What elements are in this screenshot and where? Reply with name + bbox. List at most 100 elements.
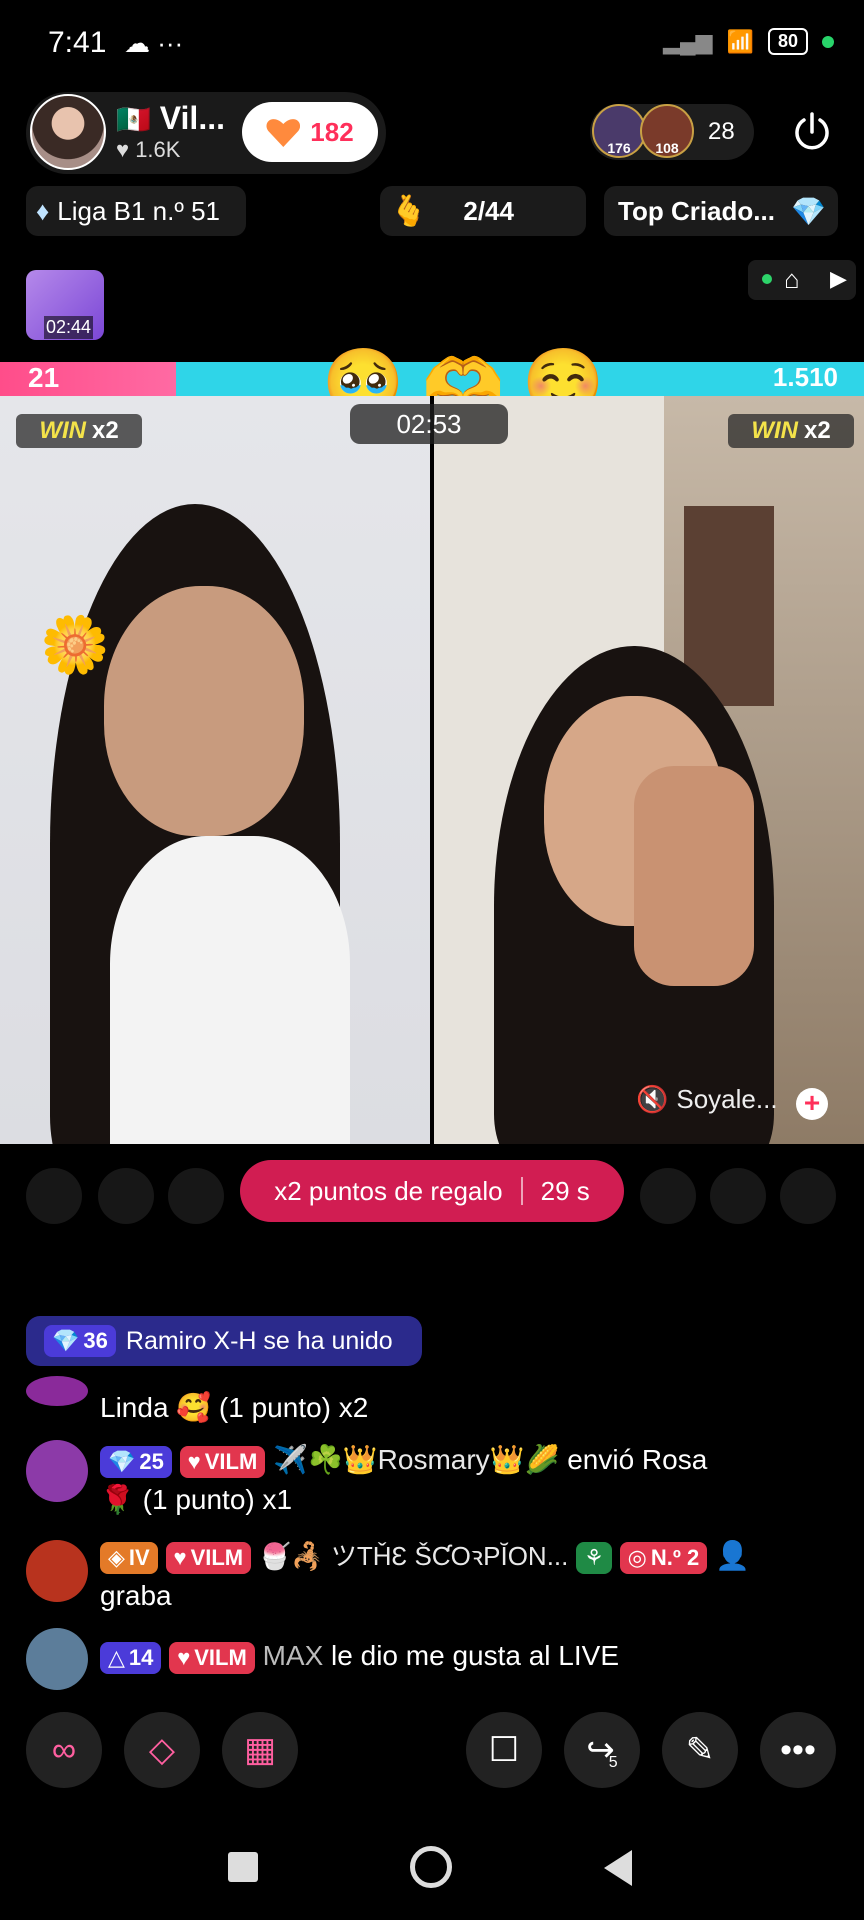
- win-label-left: WIN: [39, 417, 86, 444]
- chat-name-2[interactable]: ✈️☘️👑Rosmary👑🌽: [273, 1444, 559, 1475]
- chat-avatar-1[interactable]: [26, 1376, 88, 1406]
- laurel-badge: ⚘: [576, 1541, 612, 1574]
- score-left: 21: [28, 362, 60, 393]
- league-pill[interactable]: ♦ Liga B1 n.º 51: [26, 186, 246, 236]
- supporter-avatar-3[interactable]: [168, 1168, 224, 1224]
- viewer-count[interactable]: 28: [708, 118, 735, 146]
- power-icon[interactable]: [790, 110, 834, 154]
- chat-text-1: Linda 🥰 (1 punto) x2: [100, 1392, 369, 1423]
- status-bar: 7:41 ☁ ··· ▂▄▆ 📶 80: [0, 0, 864, 86]
- chat-level-3: IV: [128, 1544, 150, 1570]
- supporter-avatar-5[interactable]: [710, 1168, 766, 1224]
- top-creator-text: Top Criado...: [618, 195, 775, 226]
- user-add-icon[interactable]: 👤: [715, 1540, 750, 1571]
- level-badge: ◈ IV: [100, 1541, 158, 1574]
- chat-avatar-2[interactable]: [26, 1440, 88, 1502]
- host-likes: ♥ 1.6K: [116, 137, 181, 162]
- gift-hand-icon: 🫰: [390, 194, 428, 228]
- boost-seconds: 29 s: [540, 1175, 590, 1206]
- host-name[interactable]: 🇲🇽 Vil...: [116, 100, 225, 137]
- video-pane-guest[interactable]: [434, 396, 864, 1144]
- link-icon[interactable]: ∞: [26, 1712, 102, 1788]
- heart-icon: [266, 117, 300, 147]
- chat-message-3: ◈ IV ♥ VILM 🍧🦂 ツTȞƐ ŠƇOꝛPĬON... ⚘ ◎ N.º …: [100, 1536, 840, 1616]
- chat-message-2: 💎 25 ♥ VILM ✈️☘️👑Rosmary👑🌽 envió Rosa 🌹 …: [100, 1440, 840, 1520]
- navigation-bar: [0, 1820, 864, 1920]
- flower-icon: 🌼: [40, 613, 110, 676]
- mexico-flag-icon: 🇲🇽: [116, 104, 151, 135]
- signal-icon: ▂▄▆: [663, 28, 713, 54]
- status-icons: ▂▄▆ 📶 80: [663, 28, 834, 55]
- joined-level: 36: [83, 1328, 108, 1353]
- host-shirt: [110, 836, 350, 1144]
- chat-text-4: le dio me gusta al LIVE: [323, 1640, 620, 1671]
- effects-icon[interactable]: ✎: [662, 1712, 738, 1788]
- status-time: 7:41: [48, 26, 107, 59]
- video-pane-host[interactable]: 🌼: [0, 396, 430, 1144]
- gem-icon: 💎: [790, 195, 826, 227]
- live-controls[interactable]: ⌂ ▶: [748, 260, 856, 300]
- follow-count: 182: [310, 116, 354, 147]
- cloud-icon: ☁ ···: [124, 28, 184, 58]
- fan-club-4: VILM: [194, 1644, 247, 1670]
- pane-divider: [430, 396, 434, 1144]
- fan-club-badge: ♥ VILM: [179, 1445, 266, 1478]
- rank-text: 2/44: [463, 195, 514, 226]
- top-viewer-avatar-1[interactable]: 176: [592, 104, 646, 158]
- chat-name-3[interactable]: 🍧🦂 ツTȞƐ ŠƇOꝛPĬON...: [259, 1541, 568, 1571]
- win-label-right: WIN: [751, 417, 798, 444]
- win-badge-left: WIN x2: [16, 414, 142, 448]
- apps-icon[interactable]: ▦: [222, 1712, 298, 1788]
- league-text: Liga B1 n.º 51: [57, 195, 221, 226]
- top-viewer-avatar-2[interactable]: 108: [640, 104, 694, 158]
- recents-icon[interactable]: [228, 1852, 258, 1882]
- chat-avatar-3[interactable]: [26, 1540, 88, 1602]
- joined-text: Ramiro X-H se ha unido: [125, 1326, 393, 1355]
- share-count: 5: [608, 1754, 618, 1771]
- multi-guest-icon[interactable]: ◇: [124, 1712, 200, 1788]
- joined-notice: 💎 36 Ramiro X-H se ha unido: [26, 1316, 422, 1366]
- share-icon[interactable]: ↪ 5: [564, 1712, 640, 1788]
- score-bar-left: [0, 362, 176, 396]
- fan-club-3: VILM: [190, 1544, 244, 1570]
- win-multiplier-right: x2: [803, 417, 831, 444]
- host-name-text: Vil...: [159, 100, 225, 136]
- wifi-icon: 📶: [726, 28, 754, 54]
- supporter-avatar-1[interactable]: [26, 1168, 82, 1224]
- level-badge: 💎 25: [100, 1445, 172, 1478]
- chat-rank-3: N.º 2: [650, 1544, 700, 1570]
- viewer-badge-2: 108: [655, 140, 679, 156]
- supporter-avatar-2[interactable]: [98, 1168, 154, 1224]
- chat-text-2b: 🌹 (1 punto) x1: [100, 1484, 293, 1515]
- chat-level-4: 14: [128, 1644, 154, 1670]
- host-avatar[interactable]: [30, 94, 106, 170]
- win-badge-right: WIN x2: [728, 414, 854, 448]
- fan-club-badge: ♥ VILM: [165, 1541, 252, 1574]
- level-badge: 💎 36: [44, 1325, 116, 1357]
- guest-tag[interactable]: 🔇 Soyale...: [636, 1084, 778, 1115]
- rank-pill[interactable]: 🫰 2/44: [380, 186, 586, 236]
- chat-avatar-4[interactable]: [26, 1628, 88, 1690]
- chat-message-4: △ 14 ♥ VILM MAX le dio me gusta al LIVE: [100, 1636, 840, 1676]
- comment-icon[interactable]: ☐: [466, 1712, 542, 1788]
- diamond-icon: ♦: [36, 195, 50, 226]
- back-icon[interactable]: [604, 1850, 632, 1886]
- top-creator-pill[interactable]: Top Criado... 💎: [604, 186, 838, 236]
- score-right: 1.510: [772, 362, 838, 392]
- chat-text-3: graba: [100, 1580, 172, 1611]
- chat-level-2: 25: [139, 1448, 164, 1474]
- battle-timer: 02:53: [350, 404, 508, 444]
- level-badge: △ 14: [100, 1641, 162, 1674]
- gift-points-boost[interactable]: x2 puntos de regalo 29 s: [240, 1160, 624, 1222]
- chat-name-4[interactable]: MAX: [263, 1640, 324, 1671]
- supporter-avatar-4[interactable]: [640, 1168, 696, 1224]
- more-icon[interactable]: •••: [760, 1712, 836, 1788]
- supporter-avatar-6[interactable]: [780, 1168, 836, 1224]
- follow-button[interactable]: 182: [242, 102, 378, 162]
- play-icon[interactable]: ▶: [830, 266, 847, 292]
- home-nav-icon[interactable]: [410, 1846, 452, 1888]
- add-guest-button[interactable]: +: [796, 1088, 828, 1120]
- fan-club-badge: ♥ VILM: [169, 1641, 255, 1674]
- home-icon[interactable]: ⌂: [784, 264, 800, 295]
- host-likes-value: 1.6K: [135, 137, 181, 162]
